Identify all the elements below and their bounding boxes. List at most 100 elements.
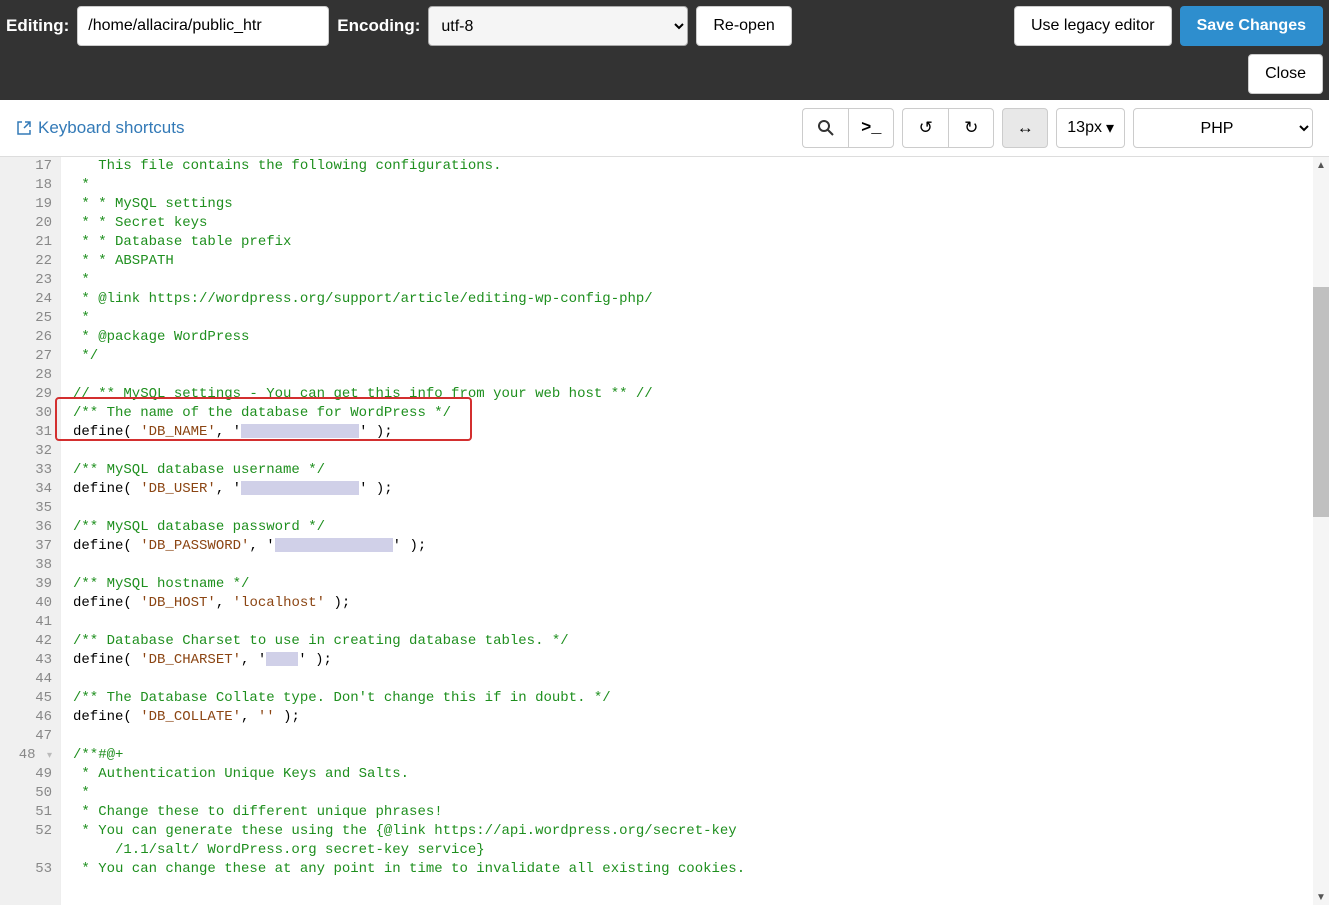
line-number: 42 xyxy=(0,632,52,651)
fold-marker-icon[interactable]: ▾ xyxy=(44,747,52,766)
search-button[interactable] xyxy=(802,108,848,148)
line-number-gutter: 17 18 19 20 21 22 23 24 25 26 27 28 29 3… xyxy=(0,157,60,905)
language-select[interactable]: PHP xyxy=(1133,108,1313,148)
save-changes-button[interactable]: Save Changes xyxy=(1180,6,1323,46)
redo-icon: ↻ xyxy=(964,118,978,138)
code-line: * * Secret keys xyxy=(73,214,1329,233)
line-number: 18 xyxy=(0,176,52,195)
line-number: 40 xyxy=(0,594,52,613)
vertical-scrollbar[interactable]: ▲ ▼ xyxy=(1313,157,1329,905)
line-number: 52 xyxy=(0,822,52,841)
line-number: 43 xyxy=(0,651,52,670)
code-line: /** MySQL database password */ xyxy=(73,518,1329,537)
line-number: 35 xyxy=(0,499,52,518)
close-button[interactable]: Close xyxy=(1248,54,1323,94)
code-line: /** MySQL hostname */ xyxy=(73,575,1329,594)
code-line: // ** MySQL settings - You can get this … xyxy=(73,385,1329,404)
line-number: 20 xyxy=(0,214,52,233)
terminal-button[interactable]: >_ xyxy=(848,108,894,148)
code-line: * Authentication Unique Keys and Salts. xyxy=(73,765,1329,784)
redacted-value xyxy=(241,481,359,495)
editing-label: Editing: xyxy=(6,16,69,36)
code-line xyxy=(73,727,1329,746)
line-number: 27 xyxy=(0,347,52,366)
line-number: 32 xyxy=(0,442,52,461)
line-number: 24 xyxy=(0,290,52,309)
line-number: 48 ▾ xyxy=(0,746,52,765)
redo-button[interactable]: ↻ xyxy=(948,108,994,148)
line-number: 46 xyxy=(0,708,52,727)
font-size-value: 13px xyxy=(1067,119,1102,137)
line-number: 28 xyxy=(0,366,52,385)
wrap-toggle-button[interactable]: ↔ xyxy=(1002,108,1048,148)
search-icon xyxy=(817,119,835,137)
line-number: 23 xyxy=(0,271,52,290)
encoding-select[interactable]: utf-8 xyxy=(428,6,688,46)
code-line xyxy=(73,366,1329,385)
line-number: 45 xyxy=(0,689,52,708)
line-number: 22 xyxy=(0,252,52,271)
code-line: define( 'DB_COLLATE', '' ); xyxy=(73,708,1329,727)
code-line: * xyxy=(73,309,1329,328)
code-line: /** MySQL database username */ xyxy=(73,461,1329,480)
code-line: * @link https://wordpress.org/support/ar… xyxy=(73,290,1329,309)
line-number: 21 xyxy=(0,233,52,252)
scroll-down-arrow-icon[interactable]: ▼ xyxy=(1313,889,1329,905)
code-line: */ xyxy=(73,347,1329,366)
code-line: /** The name of the database for WordPre… xyxy=(73,404,1329,423)
use-legacy-editor-button[interactable]: Use legacy editor xyxy=(1014,6,1172,46)
keyboard-shortcuts-link[interactable]: Keyboard shortcuts xyxy=(16,118,184,138)
header-bar: Editing: Encoding: utf-8 Re-open Use leg… xyxy=(0,0,1329,100)
code-line: define( 'DB_PASSWORD', '' ); xyxy=(73,537,1329,556)
code-line: * * ABSPATH xyxy=(73,252,1329,271)
line-number: 53 xyxy=(0,860,52,879)
code-line: * xyxy=(73,176,1329,195)
line-number: 39 xyxy=(0,575,52,594)
code-line: * * Database table prefix xyxy=(73,233,1329,252)
code-line: /**#@+ xyxy=(73,746,1329,765)
line-number: 49 xyxy=(0,765,52,784)
undo-icon: ↺ xyxy=(919,118,933,138)
undo-button[interactable]: ↺ xyxy=(902,108,948,148)
code-line: * You can generate these using the {@lin… xyxy=(73,822,1329,841)
font-size-select[interactable]: 13px ▾ xyxy=(1056,108,1125,148)
code-line xyxy=(73,556,1329,575)
editor-wrap: 17 18 19 20 21 22 23 24 25 26 27 28 29 3… xyxy=(0,157,1329,905)
encoding-label: Encoding: xyxy=(337,16,420,36)
code-area[interactable]: This file contains the following configu… xyxy=(60,157,1329,905)
code-line xyxy=(73,613,1329,632)
code-line xyxy=(73,670,1329,689)
line-number: 19 xyxy=(0,195,52,214)
code-line: * Change these to different unique phras… xyxy=(73,803,1329,822)
code-line: define( 'DB_HOST', 'localhost' ); xyxy=(73,594,1329,613)
line-number: 50 xyxy=(0,784,52,803)
line-number: 33 xyxy=(0,461,52,480)
redacted-value xyxy=(275,538,393,552)
line-number: 37 xyxy=(0,537,52,556)
chevron-down-icon: ▾ xyxy=(1106,118,1114,138)
code-line: * You can change these at any point in t… xyxy=(73,860,1329,879)
line-number: 31 xyxy=(0,423,52,442)
line-number: 34 xyxy=(0,480,52,499)
line-number: 30 xyxy=(0,404,52,423)
line-number: 44 xyxy=(0,670,52,689)
scroll-up-arrow-icon[interactable]: ▲ xyxy=(1313,157,1329,173)
code-line xyxy=(73,499,1329,518)
code-line: * * MySQL settings xyxy=(73,195,1329,214)
line-number: 47 xyxy=(0,727,52,746)
reopen-button[interactable]: Re-open xyxy=(696,6,791,46)
line-number: 29 xyxy=(0,385,52,404)
line-number: 36 xyxy=(0,518,52,537)
line-number: 25 xyxy=(0,309,52,328)
code-line: * @package WordPress xyxy=(73,328,1329,347)
code-line: define( 'DB_USER', '' ); xyxy=(73,480,1329,499)
line-number: 26 xyxy=(0,328,52,347)
scrollbar-thumb[interactable] xyxy=(1313,287,1329,517)
redacted-value xyxy=(241,424,359,438)
wrap-icon: ↔ xyxy=(1017,118,1034,138)
code-line: * xyxy=(73,271,1329,290)
file-path-input[interactable] xyxy=(77,6,329,46)
code-line xyxy=(73,442,1329,461)
editor-toolbar: Keyboard shortcuts >_ ↺ ↻ ↔ 13px ▾ PHP xyxy=(0,100,1329,157)
code-line: * xyxy=(73,784,1329,803)
